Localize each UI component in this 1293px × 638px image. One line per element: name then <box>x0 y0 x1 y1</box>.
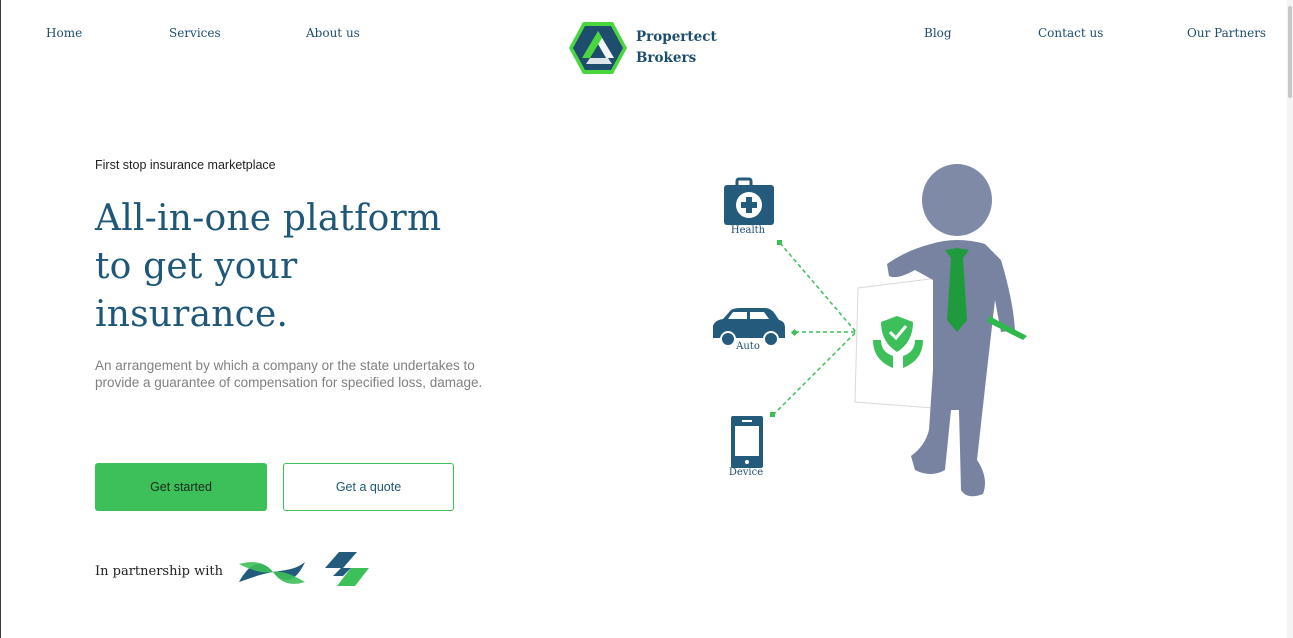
partner-logo-blocks <box>325 552 369 586</box>
nav-blog-link[interactable]: Blog <box>924 26 952 40</box>
get-a-quote-button[interactable]: Get a quote <box>283 463 454 511</box>
partner-logo-wave <box>239 562 305 584</box>
hero-headline-line3: insurance. <box>95 294 289 335</box>
logo-hexagon-icon <box>569 22 627 74</box>
hero-headline-line1: All-in-one platform <box>95 198 442 239</box>
health-label: Health <box>730 225 766 236</box>
smartphone-icon <box>731 416 763 468</box>
brand-name: Propertect Brokers <box>636 27 717 69</box>
nav-home-link[interactable]: Home <box>46 26 82 40</box>
hero-headline: All-in-one platform to get your insuranc… <box>95 195 515 339</box>
nav-services-link[interactable]: Services <box>169 26 221 40</box>
partnership-label: In partnership with <box>95 564 223 579</box>
brand-name-line2: Brokers <box>636 50 697 66</box>
illustration-graphic <box>713 164 1027 497</box>
hero-headline-line2: to get your <box>95 246 298 287</box>
brand-logo[interactable]: Propertect Brokers <box>568 20 717 76</box>
vertical-scrollbar[interactable] <box>1287 0 1293 638</box>
get-started-button[interactable]: Get started <box>95 463 267 511</box>
hero-description: An arrangement by which a company or the… <box>95 358 483 390</box>
auto-label: Auto <box>736 341 760 352</box>
clipboard-document <box>854 277 939 409</box>
device-label: Device <box>728 467 764 478</box>
insurance-illustration: Health Auto Device <box>701 160 1041 505</box>
nav-partners-link[interactable]: Our Partners <box>1187 26 1266 40</box>
hero-eyebrow: First stop insurance marketplace <box>95 158 276 172</box>
brand-name-line1: Propertect <box>636 29 717 45</box>
nav-about-link[interactable]: About us <box>306 26 360 40</box>
scrollbar-thumb[interactable] <box>1288 6 1292 98</box>
medical-kit-icon <box>724 177 774 225</box>
nav-contact-link[interactable]: Contact us <box>1038 26 1103 40</box>
